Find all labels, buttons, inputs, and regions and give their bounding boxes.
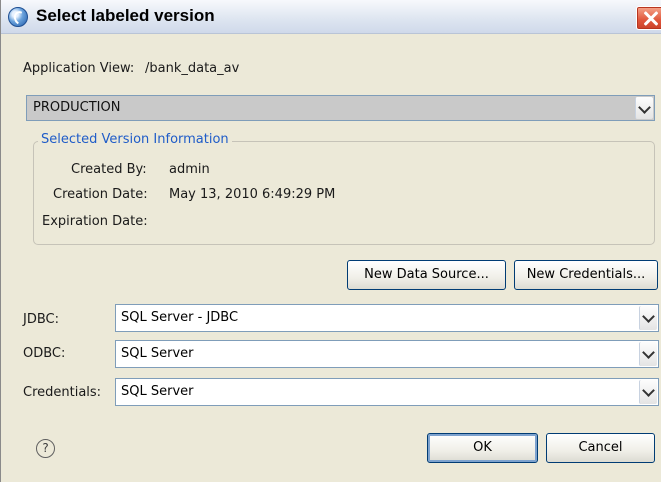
new-data-source-button[interactable]: New Data Source... bbox=[347, 260, 506, 290]
cancel-button[interactable]: Cancel bbox=[546, 433, 655, 463]
chevron-down-icon[interactable] bbox=[639, 306, 657, 330]
odbc-select-value: SQL Server bbox=[121, 346, 194, 361]
jdbc-label: JDBC: bbox=[23, 312, 59, 327]
jdbc-select[interactable]: SQL Server - JDBC bbox=[115, 304, 659, 332]
odbc-select[interactable]: SQL Server bbox=[115, 340, 659, 368]
new-credentials-button[interactable]: New Credentials... bbox=[514, 260, 658, 290]
window-title: Select labeled version bbox=[36, 6, 215, 25]
credentials-select-value: SQL Server bbox=[121, 384, 194, 399]
chevron-down-icon[interactable] bbox=[639, 380, 657, 404]
chevron-down-icon[interactable] bbox=[639, 342, 657, 366]
credentials-label: Credentials: bbox=[23, 385, 102, 400]
application-view-value: /bank_data_av bbox=[145, 61, 240, 76]
help-icon[interactable]: ? bbox=[36, 439, 55, 458]
close-icon[interactable] bbox=[636, 6, 661, 30]
chevron-down-icon[interactable] bbox=[635, 97, 653, 119]
creation-date-label: Creation Date: bbox=[53, 187, 148, 202]
odbc-label: ODBC: bbox=[23, 346, 66, 361]
credentials-select[interactable]: SQL Server bbox=[115, 378, 659, 406]
version-select-value: PRODUCTION bbox=[33, 100, 121, 115]
expiration-date-label: Expiration Date: bbox=[42, 214, 148, 229]
jdbc-select-value: SQL Server - JDBC bbox=[121, 310, 239, 325]
created-by-label: Created By: bbox=[71, 162, 147, 177]
select-labeled-version-dialog: Select labeled version Application View:… bbox=[0, 0, 661, 482]
version-select[interactable]: PRODUCTION bbox=[26, 95, 655, 121]
application-view-label: Application View: bbox=[23, 61, 135, 76]
ok-button[interactable]: OK bbox=[427, 433, 538, 463]
creation-date-value: May 13, 2010 6:49:29 PM bbox=[169, 187, 336, 202]
app-globe-icon bbox=[8, 7, 28, 27]
version-info-group-title: Selected Version Information bbox=[38, 132, 232, 147]
title-bar[interactable]: Select labeled version bbox=[1, 0, 661, 34]
created-by-value: admin bbox=[169, 162, 210, 177]
